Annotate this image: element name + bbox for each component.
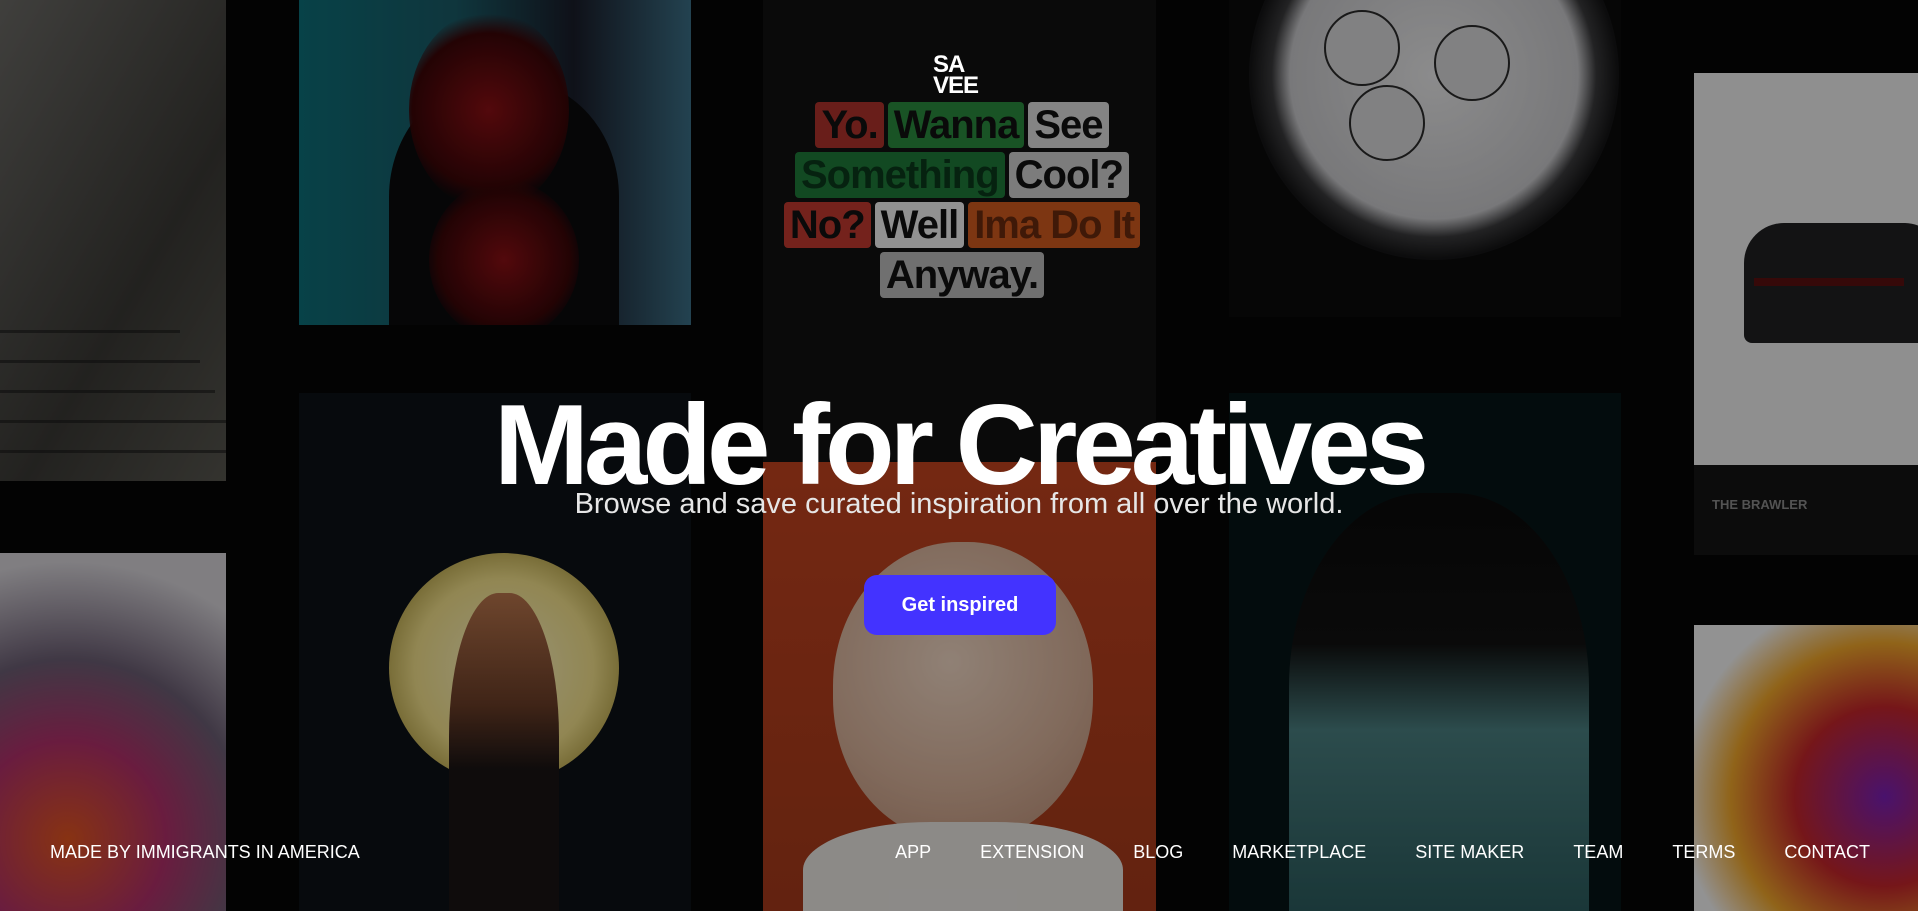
footer-link-extension[interactable]: EXTENSION — [980, 840, 1084, 864]
footer-link-contact[interactable]: CONTACT — [1784, 840, 1870, 864]
footer-nav: APP EXTENSION BLOG MARKETPLACE SITE MAKE… — [846, 840, 1870, 864]
footer-link-team[interactable]: TEAM — [1573, 840, 1623, 864]
hero-subtitle: Browse and save curated inspiration from… — [574, 488, 1344, 520]
footer-link-blog[interactable]: BLOG — [1133, 840, 1183, 864]
get-inspired-button[interactable]: Get inspired — [864, 575, 1056, 635]
footer-tagline: MADE BY IMMIGRANTS IN AMERICA — [50, 842, 360, 862]
footer-link-site-maker[interactable]: SITE MAKER — [1415, 840, 1524, 864]
logo-line-2: VEE — [933, 72, 979, 99]
footer-link-terms[interactable]: TERMS — [1672, 840, 1735, 864]
footer-link-marketplace[interactable]: MARKETPLACE — [1232, 840, 1366, 864]
savee-logo[interactable]: SA VEE — [933, 53, 988, 99]
footer-link-app[interactable]: APP — [895, 840, 931, 864]
